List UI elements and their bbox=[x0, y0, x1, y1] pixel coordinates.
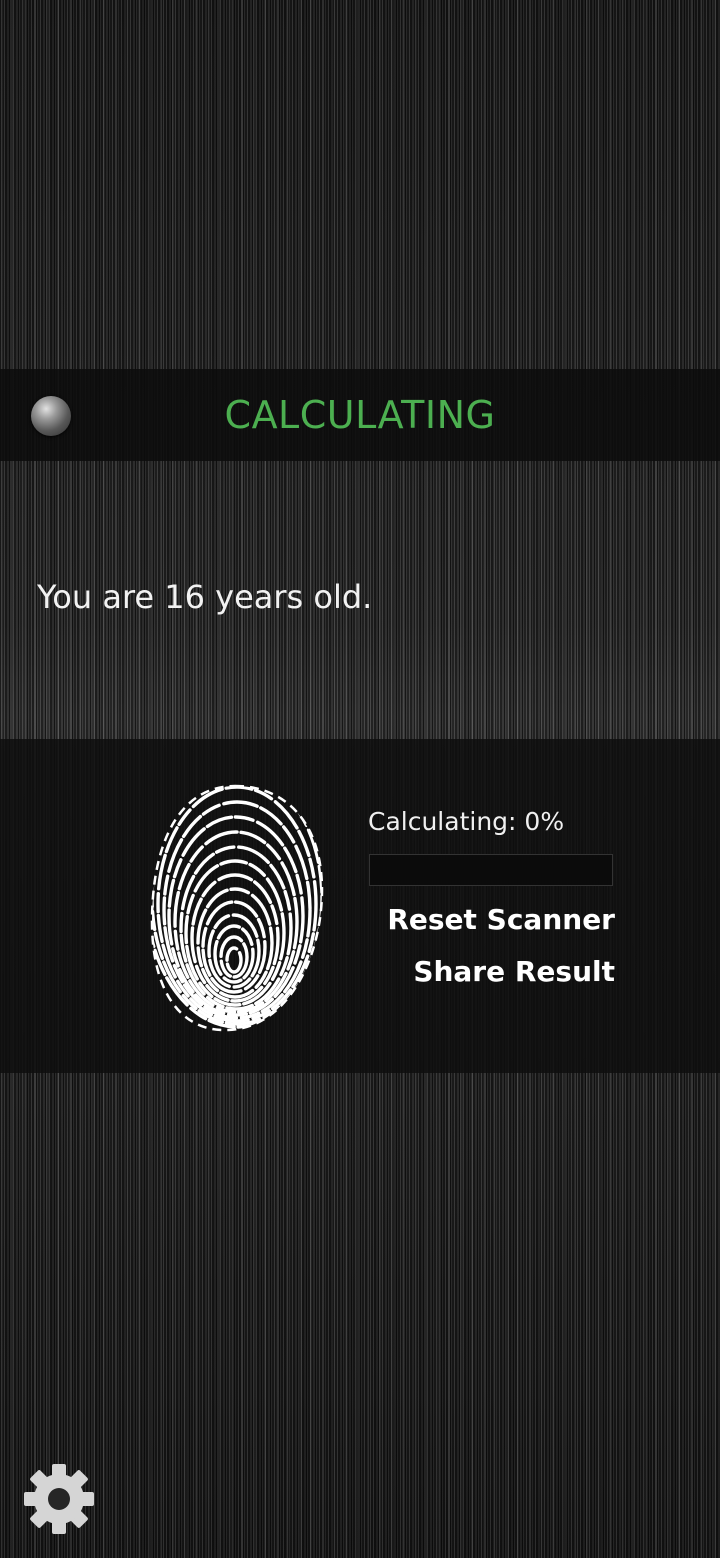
scanner-panel: Calculating: 0% Reset Scanner Share Resu… bbox=[0, 739, 720, 1073]
fingerprint-icon[interactable] bbox=[150, 782, 324, 1032]
share-result-button[interactable]: Share Result bbox=[413, 955, 615, 988]
progress-label: Calculating: 0% bbox=[368, 807, 565, 836]
gear-icon[interactable] bbox=[22, 1462, 96, 1536]
progress-bar bbox=[369, 854, 613, 886]
reset-scanner-button[interactable]: Reset Scanner bbox=[387, 903, 615, 936]
status-header: CALCULATING bbox=[0, 369, 720, 461]
age-result-text: You are 16 years old. bbox=[37, 578, 373, 616]
status-title: CALCULATING bbox=[224, 393, 496, 437]
